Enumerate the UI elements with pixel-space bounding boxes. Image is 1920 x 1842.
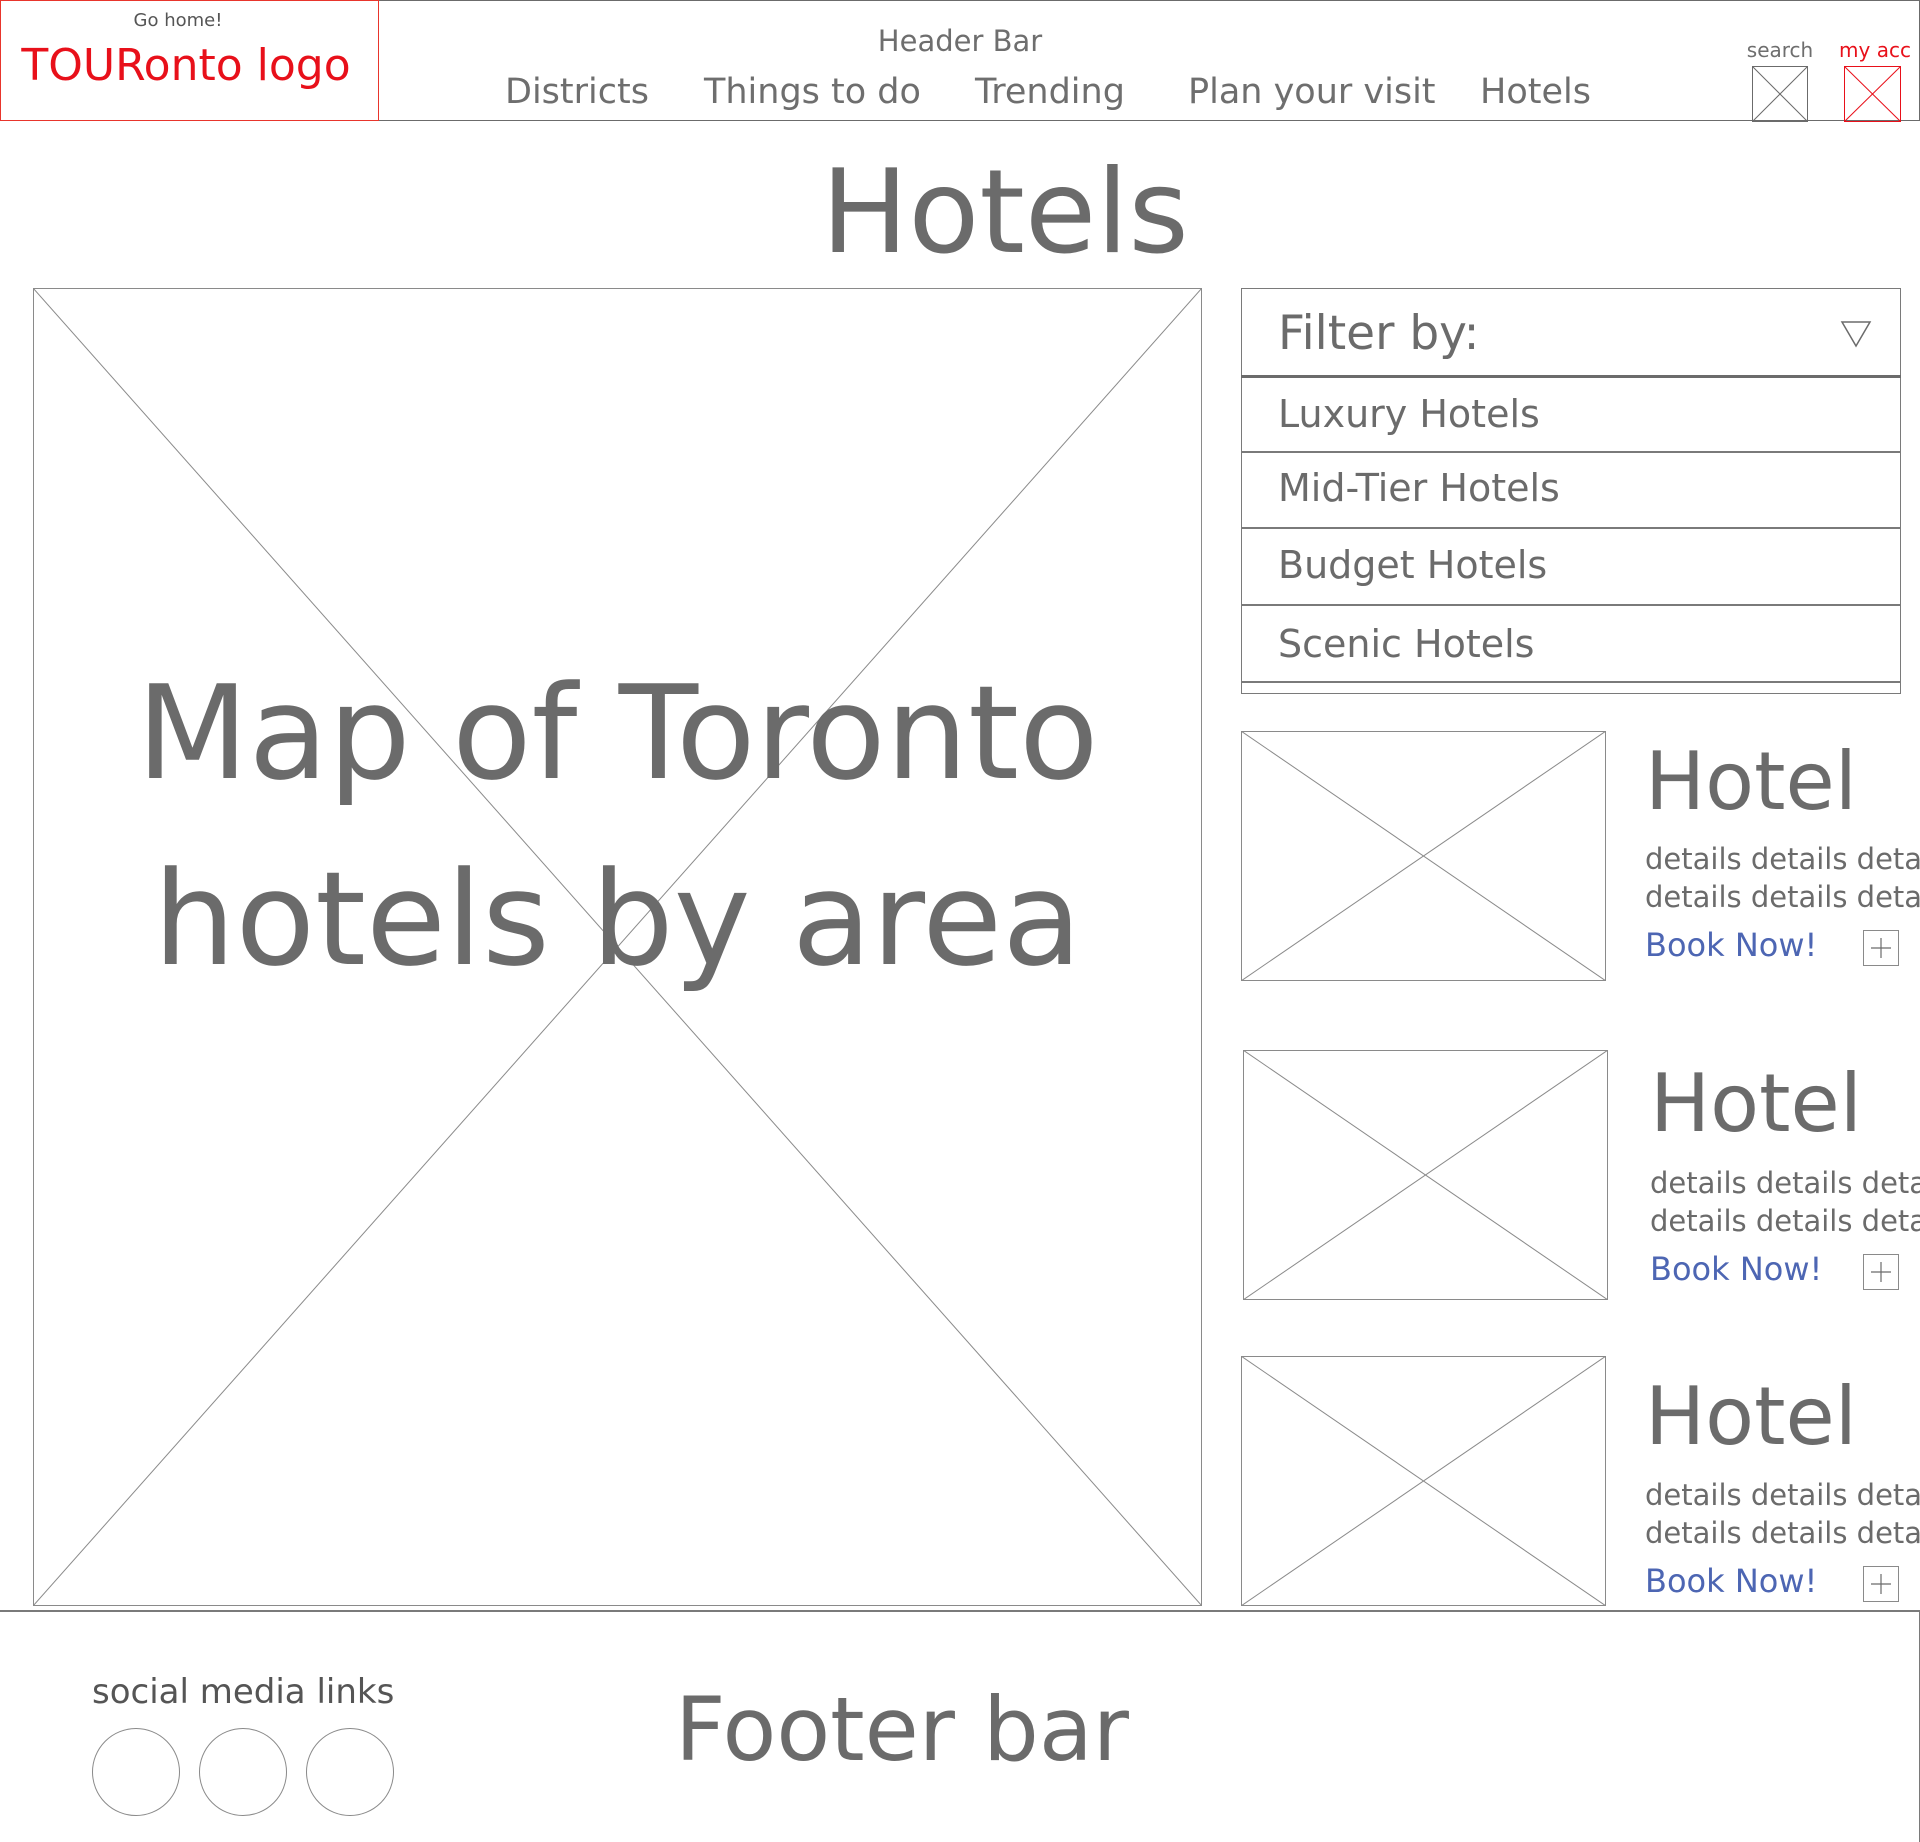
search-label: search: [1746, 38, 1814, 62]
hotel-details: details details details: [1645, 1478, 1920, 1512]
filter-label: Filter by:: [1278, 306, 1480, 361]
nav-things-to-do[interactable]: Things to do: [704, 72, 921, 112]
logo[interactable]: TOURonto logo: [0, 40, 372, 91]
book-now-link[interactable]: Book Now!: [1645, 926, 1817, 964]
book-now-link[interactable]: Book Now!: [1645, 1562, 1817, 1600]
footer-title: Footer bar: [675, 1678, 1129, 1781]
hotel-details: details details details: [1645, 842, 1920, 876]
dropdown-arrow-icon[interactable]: [1840, 320, 1872, 348]
page-title: Hotels: [821, 145, 1189, 280]
nav-trending[interactable]: Trending: [975, 72, 1125, 112]
hotel-image-placeholder[interactable]: [1243, 1050, 1608, 1300]
hotel-image-placeholder[interactable]: [1241, 731, 1606, 981]
social-media-icon[interactable]: [92, 1728, 180, 1816]
nav-districts[interactable]: Districts: [505, 72, 649, 112]
account-icon[interactable]: [1844, 66, 1901, 122]
header-title: Header Bar: [877, 24, 1043, 58]
hotel-details: details details details: [1645, 1516, 1920, 1550]
nav-plan-your-visit[interactable]: Plan your visit: [1188, 72, 1436, 112]
hotel-name: Hotel: [1645, 1370, 1857, 1463]
hotel-name: Hotel: [1650, 1057, 1862, 1150]
social-media-label: social media links: [92, 1672, 395, 1712]
filter-option-label: Luxury Hotels: [1278, 392, 1540, 436]
social-media-icon[interactable]: [306, 1728, 394, 1816]
social-media-icon[interactable]: [199, 1728, 287, 1816]
book-now-link[interactable]: Book Now!: [1650, 1250, 1822, 1288]
account-label: my acc: [1839, 38, 1911, 62]
map-caption: Map of Toronto hotels by area: [33, 640, 1202, 1012]
nav-hotels[interactable]: Hotels: [1480, 72, 1591, 112]
map-caption-line2: hotels by area: [153, 843, 1082, 995]
hotel-image-placeholder[interactable]: [1241, 1356, 1606, 1606]
map-caption-line1: Map of Toronto: [136, 657, 1099, 809]
hotel-details: details details details: [1645, 880, 1920, 914]
expand-plus-icon[interactable]: [1863, 1254, 1899, 1290]
search-icon[interactable]: [1752, 66, 1808, 122]
filter-option-label: Scenic Hotels: [1278, 622, 1535, 666]
go-home-label: Go home!: [133, 10, 223, 31]
hotel-details: details details details: [1650, 1204, 1920, 1238]
filter-option-label: Budget Hotels: [1278, 543, 1548, 587]
expand-plus-icon[interactable]: [1863, 1566, 1899, 1602]
hotel-name: Hotel: [1645, 735, 1857, 828]
hotel-details: details details details: [1650, 1166, 1920, 1200]
filter-option-label: Mid-Tier Hotels: [1278, 466, 1560, 510]
expand-plus-icon[interactable]: [1863, 930, 1899, 966]
